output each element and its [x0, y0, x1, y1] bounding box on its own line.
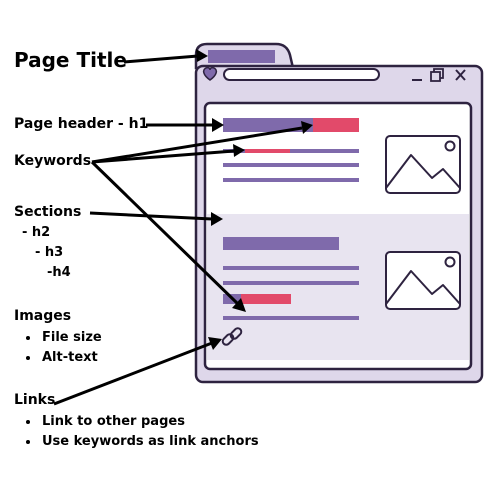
sections-h3-label: - h3	[35, 245, 64, 260]
text-line	[223, 266, 359, 270]
sections-h2-label: - h2	[22, 225, 51, 240]
text-line	[223, 281, 359, 285]
text-line	[223, 316, 359, 320]
images-bullet-file-size: File size	[40, 328, 102, 348]
sections-label: Sections	[14, 204, 82, 220]
images-label: Images	[14, 308, 72, 324]
tab-title-bar	[208, 50, 275, 63]
links-bullet-keyword-anchors: Use keywords as link anchors	[40, 432, 259, 452]
page-title-label: Page Title	[14, 48, 127, 72]
h1-keyword-highlight	[313, 118, 359, 132]
links-bullet-other-pages: Link to other pages	[40, 412, 259, 432]
text-line	[290, 149, 359, 153]
links-label: Links	[14, 392, 56, 408]
keywords-label: Keywords	[14, 153, 92, 169]
image-icon	[385, 135, 461, 194]
h3-keyword-highlight	[241, 294, 291, 304]
h2-bar	[223, 237, 339, 250]
image-icon	[385, 251, 461, 310]
text-line	[223, 163, 359, 167]
page-header-label: Page header - h1	[14, 116, 149, 132]
images-bullet-list: File size Alt-text	[18, 328, 102, 368]
links-bullet-list: Link to other pages Use keywords as link…	[18, 412, 259, 452]
images-bullet-alt-text: Alt-text	[40, 348, 102, 368]
keyword-highlight	[245, 149, 290, 153]
address-bar[interactable]	[223, 68, 380, 81]
text-line	[223, 178, 359, 182]
sections-h4-label: -h4	[47, 265, 71, 280]
